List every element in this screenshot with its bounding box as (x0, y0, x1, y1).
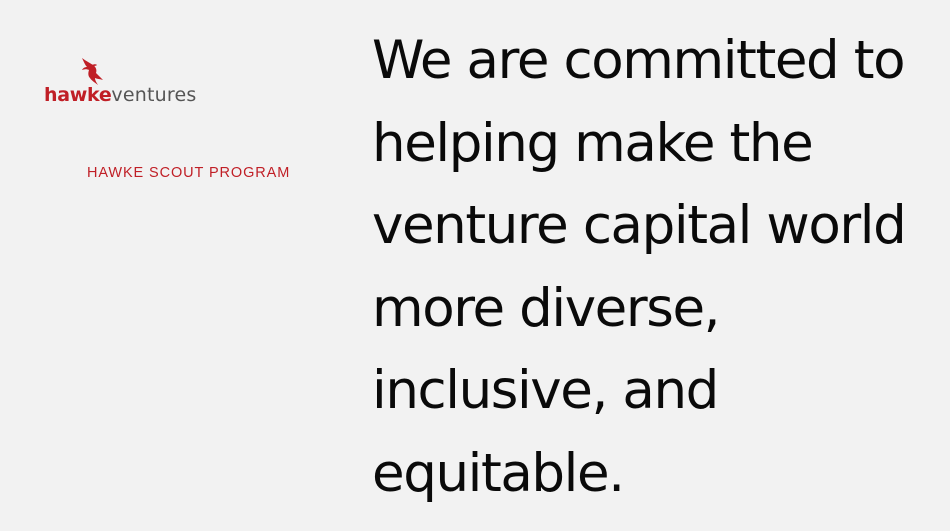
logo-brand-secondary: ventures (111, 84, 197, 106)
slide: hawkeventures HAWKE SCOUT PROGRAM We are… (0, 0, 950, 531)
logo-wordmark: hawkeventures (44, 86, 196, 105)
mission-statement: We are committed to helping make the ven… (372, 30, 907, 504)
logo-brand-primary: hawke (44, 84, 112, 106)
program-title: HAWKE SCOUT PROGRAM (87, 165, 291, 181)
company-logo: hawkeventures (44, 56, 234, 112)
